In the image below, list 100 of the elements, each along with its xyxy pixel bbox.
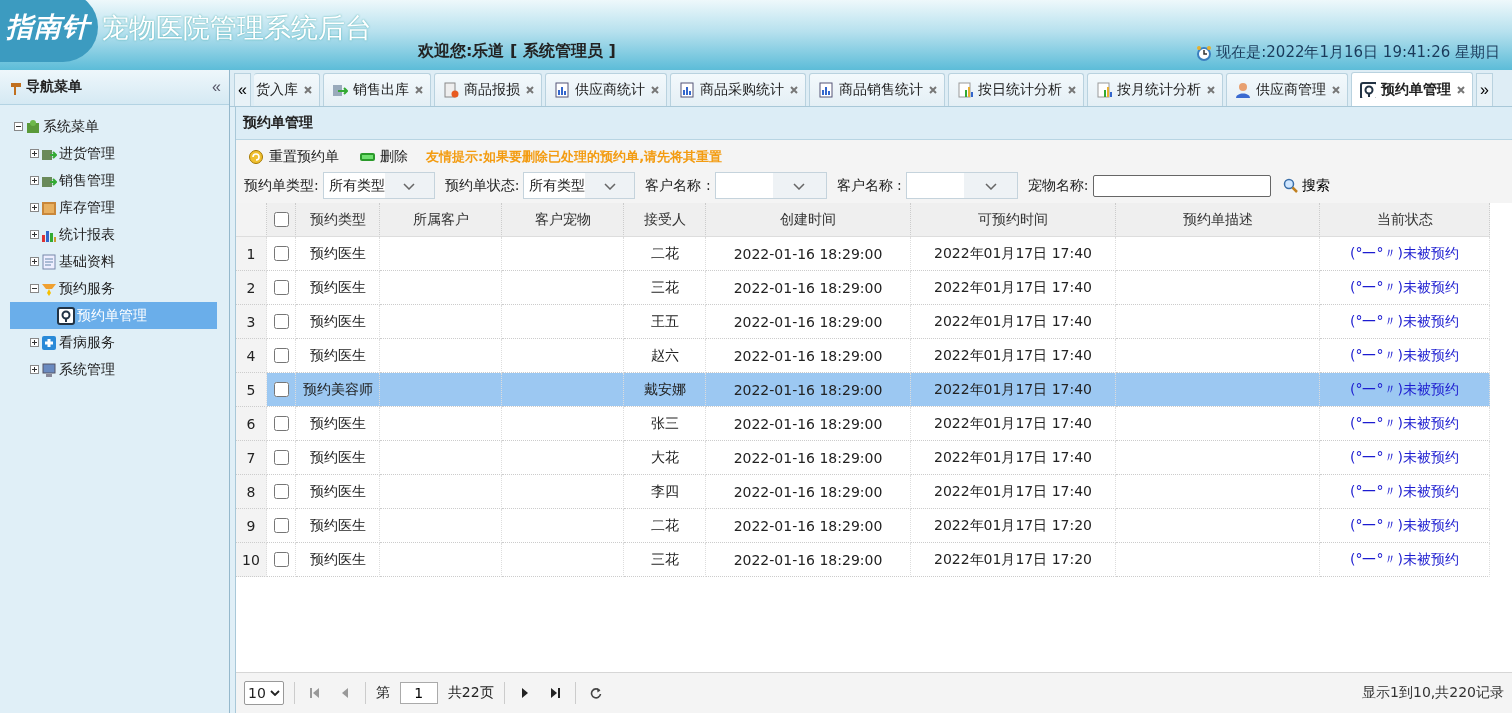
column-header[interactable]: 接受人 bbox=[624, 203, 706, 237]
reset-button[interactable]: 重置预约单 bbox=[246, 146, 341, 168]
tab[interactable]: 按日统计分析 bbox=[947, 73, 1084, 106]
tree-item[interactable]: 预约服务 bbox=[10, 275, 229, 302]
close-icon[interactable] bbox=[413, 85, 424, 95]
tree-item[interactable]: 库存管理 bbox=[10, 194, 229, 221]
tab[interactable]: 按月统计分析 bbox=[1086, 73, 1223, 106]
table-cell: 预约医生 bbox=[296, 271, 380, 305]
status-link[interactable]: (°一°〃)未被预约 bbox=[1350, 482, 1459, 501]
column-header[interactable]: 可预约时间 bbox=[911, 203, 1116, 237]
row-number: 1 bbox=[236, 237, 267, 271]
tree-item[interactable]: 进货管理 bbox=[10, 140, 229, 167]
checkbox[interactable] bbox=[273, 314, 289, 329]
table-cell: 预约医生 bbox=[296, 407, 380, 441]
tab[interactable]: 货入库 bbox=[253, 73, 320, 106]
expand-toggle-icon[interactable] bbox=[30, 176, 39, 185]
collapse-toggle-icon[interactable] bbox=[14, 122, 23, 131]
close-icon[interactable] bbox=[302, 85, 313, 95]
status-link[interactable]: (°一°〃)未被预约 bbox=[1350, 380, 1459, 399]
close-icon[interactable] bbox=[1205, 85, 1216, 95]
status-link[interactable]: (°一°〃)未被预约 bbox=[1350, 550, 1459, 569]
close-icon[interactable] bbox=[1455, 85, 1466, 95]
status-link[interactable]: (°一°〃)未被预约 bbox=[1350, 278, 1459, 297]
status-link[interactable]: (°一°〃)未被预约 bbox=[1350, 346, 1459, 365]
column-header[interactable]: 预约单描述 bbox=[1116, 203, 1320, 237]
column-header[interactable]: 预约类型 bbox=[296, 203, 380, 237]
close-icon[interactable] bbox=[927, 85, 938, 95]
scroll-left-button[interactable]: « bbox=[234, 73, 251, 106]
status-link[interactable]: (°一°〃)未被预约 bbox=[1350, 312, 1459, 331]
select-field[interactable]: 所有类型 bbox=[523, 172, 636, 199]
status-link[interactable]: (°一°〃)未被预约 bbox=[1350, 414, 1459, 433]
checkbox[interactable] bbox=[273, 450, 289, 465]
table-cell: 大花 bbox=[624, 441, 706, 475]
close-icon[interactable] bbox=[788, 85, 799, 95]
checkbox[interactable] bbox=[273, 484, 289, 499]
checkbox[interactable] bbox=[273, 280, 289, 295]
tab[interactable]: 商品销售统计 bbox=[808, 73, 945, 106]
table-cell: 2022-01-16 18:29:00 bbox=[706, 305, 911, 339]
select-field[interactable] bbox=[905, 172, 1018, 199]
table-cell: 王五 bbox=[624, 305, 706, 339]
table-cell: 预约美容师 bbox=[296, 373, 380, 407]
input-field[interactable] bbox=[1092, 174, 1271, 197]
page-size-select[interactable]: 10 bbox=[244, 681, 284, 705]
tree-item[interactable]: 看病服务 bbox=[10, 329, 229, 356]
expand-toggle-icon[interactable] bbox=[30, 338, 39, 347]
close-icon[interactable] bbox=[1330, 85, 1341, 95]
table-cell: 预约医生 bbox=[296, 475, 380, 509]
status-link[interactable]: (°一°〃)未被预约 bbox=[1350, 516, 1459, 535]
checkbox[interactable] bbox=[273, 518, 289, 533]
column-header[interactable]: 当前状态 bbox=[1320, 203, 1490, 237]
status-link[interactable]: (°一°〃)未被预约 bbox=[1350, 244, 1459, 263]
tab[interactable]: 销售出库 bbox=[322, 73, 431, 106]
select-field[interactable]: 所有类型 bbox=[322, 172, 435, 199]
checkbox[interactable] bbox=[273, 382, 289, 397]
tab[interactable]: 商品采购统计 bbox=[669, 73, 806, 106]
checkbox[interactable] bbox=[273, 246, 289, 261]
close-icon[interactable] bbox=[1066, 85, 1077, 95]
tab[interactable]: 商品报损 bbox=[433, 73, 542, 106]
expand-toggle-icon[interactable] bbox=[30, 365, 39, 374]
tree-item[interactable]: 系统菜单 bbox=[10, 113, 229, 140]
chevron-down-icon bbox=[984, 181, 997, 190]
column-header[interactable]: 客户宠物 bbox=[502, 203, 624, 237]
tree-item[interactable]: 基础资料 bbox=[10, 248, 229, 275]
tree-item[interactable]: 统计报表 bbox=[10, 221, 229, 248]
chevron-down-icon bbox=[793, 181, 806, 190]
expand-toggle-icon[interactable] bbox=[30, 203, 39, 212]
collapse-toggle-icon[interactable] bbox=[30, 284, 39, 293]
table-cell: 2022-01-16 18:29:00 bbox=[706, 373, 911, 407]
column-header[interactable]: 创建时间 bbox=[706, 203, 911, 237]
expand-toggle-icon[interactable] bbox=[30, 230, 39, 239]
collapse-button[interactable]: « bbox=[212, 78, 221, 96]
checkbox[interactable] bbox=[273, 416, 289, 431]
checkbox[interactable] bbox=[273, 552, 289, 567]
tab[interactable]: 预约单管理 bbox=[1350, 72, 1473, 106]
expand-toggle-icon[interactable] bbox=[30, 149, 39, 158]
filter-label: 宠物名称: bbox=[1027, 176, 1089, 195]
search-button[interactable]: 搜索 bbox=[1280, 174, 1332, 197]
person-icon bbox=[1234, 82, 1251, 98]
delete-button[interactable]: 删除 bbox=[357, 146, 410, 168]
checkbox[interactable] bbox=[273, 212, 289, 227]
close-icon[interactable] bbox=[649, 85, 660, 95]
page-info: 显示1到10,共220记录 bbox=[1362, 684, 1504, 702]
close-icon[interactable] bbox=[524, 85, 535, 95]
tab[interactable]: 供应商管理 bbox=[1225, 73, 1348, 106]
page-input[interactable]: 1 bbox=[399, 682, 438, 704]
select-field[interactable] bbox=[714, 172, 827, 199]
expand-toggle-icon[interactable] bbox=[30, 257, 39, 266]
scroll-right-button[interactable]: » bbox=[1475, 73, 1493, 106]
row-number: 7 bbox=[236, 441, 267, 475]
page-total: 共22页 bbox=[447, 684, 494, 702]
checkbox[interactable] bbox=[273, 348, 289, 363]
tab[interactable]: 供应商统计 bbox=[544, 73, 667, 106]
tree-item[interactable]: 系统管理 bbox=[10, 356, 229, 383]
column-header[interactable]: 所属客户 bbox=[380, 203, 502, 237]
status-link[interactable]: (°一°〃)未被预约 bbox=[1350, 448, 1459, 467]
app-title: 宠物医院管理系统后台 bbox=[102, 11, 372, 45]
tree-item[interactable]: 销售管理 bbox=[10, 167, 229, 194]
refresh-icon bbox=[589, 687, 602, 699]
table-cell: 预约医生 bbox=[296, 543, 380, 577]
row-number: 3 bbox=[236, 305, 267, 339]
